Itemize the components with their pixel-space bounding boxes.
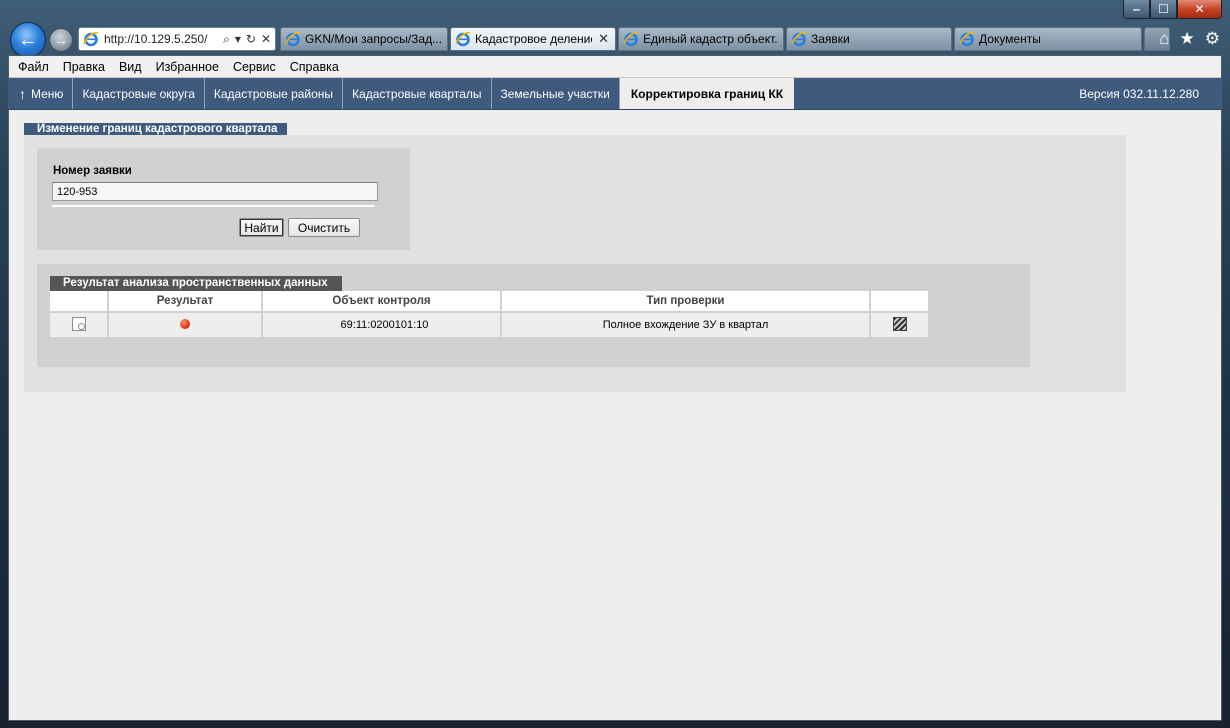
section-panel: Номер заявки Найти Очистить Результат ан… [24, 135, 1126, 392]
menu-file[interactable]: Файл [11, 60, 56, 74]
tab-label: Документы [979, 32, 1041, 46]
minimize-button[interactable]: ‒ [1123, 0, 1150, 19]
nav-land-plots[interactable]: Земельные участки [492, 78, 620, 109]
ie-logo-icon [791, 31, 807, 47]
tab-label: GKN/Мои запросы/Зад... [305, 32, 441, 46]
url-text: http://10.129.5.250/ [104, 32, 208, 46]
nav-cadastral-regions[interactable]: Кадастровые районы [205, 78, 344, 109]
browser-toolbar-icons: ⌂ ★ ⚙ [1159, 29, 1220, 49]
ie-logo-icon [83, 31, 99, 47]
menu-help[interactable]: Справка [283, 60, 346, 74]
ie-logo-icon [455, 31, 471, 47]
settings-gear-icon[interactable]: ⚙ [1205, 29, 1220, 49]
input-underline [52, 205, 374, 207]
menu-view[interactable]: Вид [112, 60, 149, 74]
column-header [871, 291, 928, 313]
edit-cell [871, 313, 928, 337]
column-header-result: Результат [109, 291, 261, 313]
home-icon[interactable]: ⌂ [1159, 29, 1169, 49]
browser-tab[interactable]: GKN/Мои запросы/Зад... [280, 27, 448, 51]
clear-button[interactable]: Очистить [288, 218, 360, 237]
app-nav-bar: ↑ Меню Кадастровые округа Кадастровые ра… [9, 78, 1221, 110]
view-document-icon[interactable] [71, 316, 86, 331]
results-title: Результат анализа пространственных данны… [50, 276, 342, 291]
edit-icon[interactable] [892, 316, 907, 331]
search-icon[interactable]: ⌕ [223, 32, 230, 47]
tab-label: Единый кадастр объект... [643, 32, 777, 46]
column-header-check-type: Тип проверки [502, 291, 869, 313]
browser-tab[interactable]: Заявки [786, 27, 952, 51]
menu-tools[interactable]: Сервис [226, 60, 283, 74]
browser-window: ‒ ☐ ✕ ← → http://10.129.5.250/ ⌕ ▾ ↻ ✕ G… [0, 0, 1230, 728]
ie-logo-icon [959, 31, 975, 47]
status-error-icon [180, 318, 190, 329]
browser-tab[interactable]: Единый кадастр объект... [618, 27, 784, 51]
tab-label: Кадастровое деление [475, 32, 593, 46]
refresh-icon[interactable]: ↻ [246, 32, 256, 47]
browser-tabs: GKN/Мои запросы/Зад... Кадастровое делен… [280, 27, 1170, 51]
tab-label: Заявки [811, 32, 850, 46]
nav-menu-label: Меню [31, 86, 64, 101]
favorites-star-icon[interactable]: ★ [1180, 29, 1195, 49]
results-panel: Результат анализа пространственных данны… [37, 264, 1030, 367]
object-cell: 69:11:0200101:10 [263, 313, 500, 337]
ie-menu-bar: Файл Правка Вид Избранное Сервис Справка [9, 56, 1221, 78]
ie-logo-icon [285, 31, 301, 47]
table-row: 69:11:0200101:10 Полное вхождение ЗУ в к… [50, 313, 928, 337]
version-label: Версия 032.11.12.280 [1079, 86, 1199, 101]
menu-edit[interactable]: Правка [56, 60, 112, 74]
browser-tab[interactable]: Документы [954, 27, 1142, 51]
column-header [50, 291, 107, 313]
nav-boundary-correction[interactable]: Корректировка границ КК [619, 78, 795, 109]
close-tab-icon[interactable]: ✕ [598, 31, 609, 47]
dropdown-chevron-icon[interactable]: ▾ [235, 32, 241, 47]
find-button[interactable]: Найти [239, 218, 284, 237]
nav-cadastral-quarters[interactable]: Кадастровые кварталы [343, 78, 492, 109]
request-number-input[interactable] [52, 182, 378, 201]
forward-arrow-icon[interactable]: → [49, 28, 73, 52]
page-viewport: Файл Правка Вид Избранное Сервис Справка… [8, 55, 1222, 721]
view-cell [50, 313, 107, 337]
back-arrow-icon[interactable]: ← [10, 22, 46, 58]
nav-cadastral-districts[interactable]: Кадастровые округа [73, 78, 205, 109]
ie-logo-icon [623, 31, 639, 47]
column-header-object: Объект контроля [263, 291, 500, 313]
menu-favorites[interactable]: Избранное [149, 60, 226, 74]
request-number-label: Номер заявки [53, 165, 132, 177]
result-cell [109, 313, 261, 337]
browser-tab-active[interactable]: Кадастровое деление ✕ [450, 27, 616, 51]
check-type-cell: Полное вхождение ЗУ в квартал [502, 313, 869, 337]
address-bar[interactable]: http://10.129.5.250/ ⌕ ▾ ↻ ✕ [78, 27, 276, 51]
search-panel: Номер заявки Найти Очистить [37, 148, 410, 250]
arrow-up-icon: ↑ [19, 85, 26, 102]
close-window-button[interactable]: ✕ [1177, 0, 1222, 19]
stop-icon[interactable]: ✕ [261, 32, 271, 47]
browser-navbar: ← → http://10.129.5.250/ ⌕ ▾ ↻ ✕ GKN/Мои… [8, 22, 1224, 58]
window-controls: ‒ ☐ ✕ [1123, 0, 1222, 19]
maximize-button[interactable]: ☐ [1150, 0, 1177, 19]
results-table: Результат Объект контроля Тип проверки 6… [48, 291, 930, 337]
nav-menu[interactable]: ↑ Меню [9, 78, 74, 109]
